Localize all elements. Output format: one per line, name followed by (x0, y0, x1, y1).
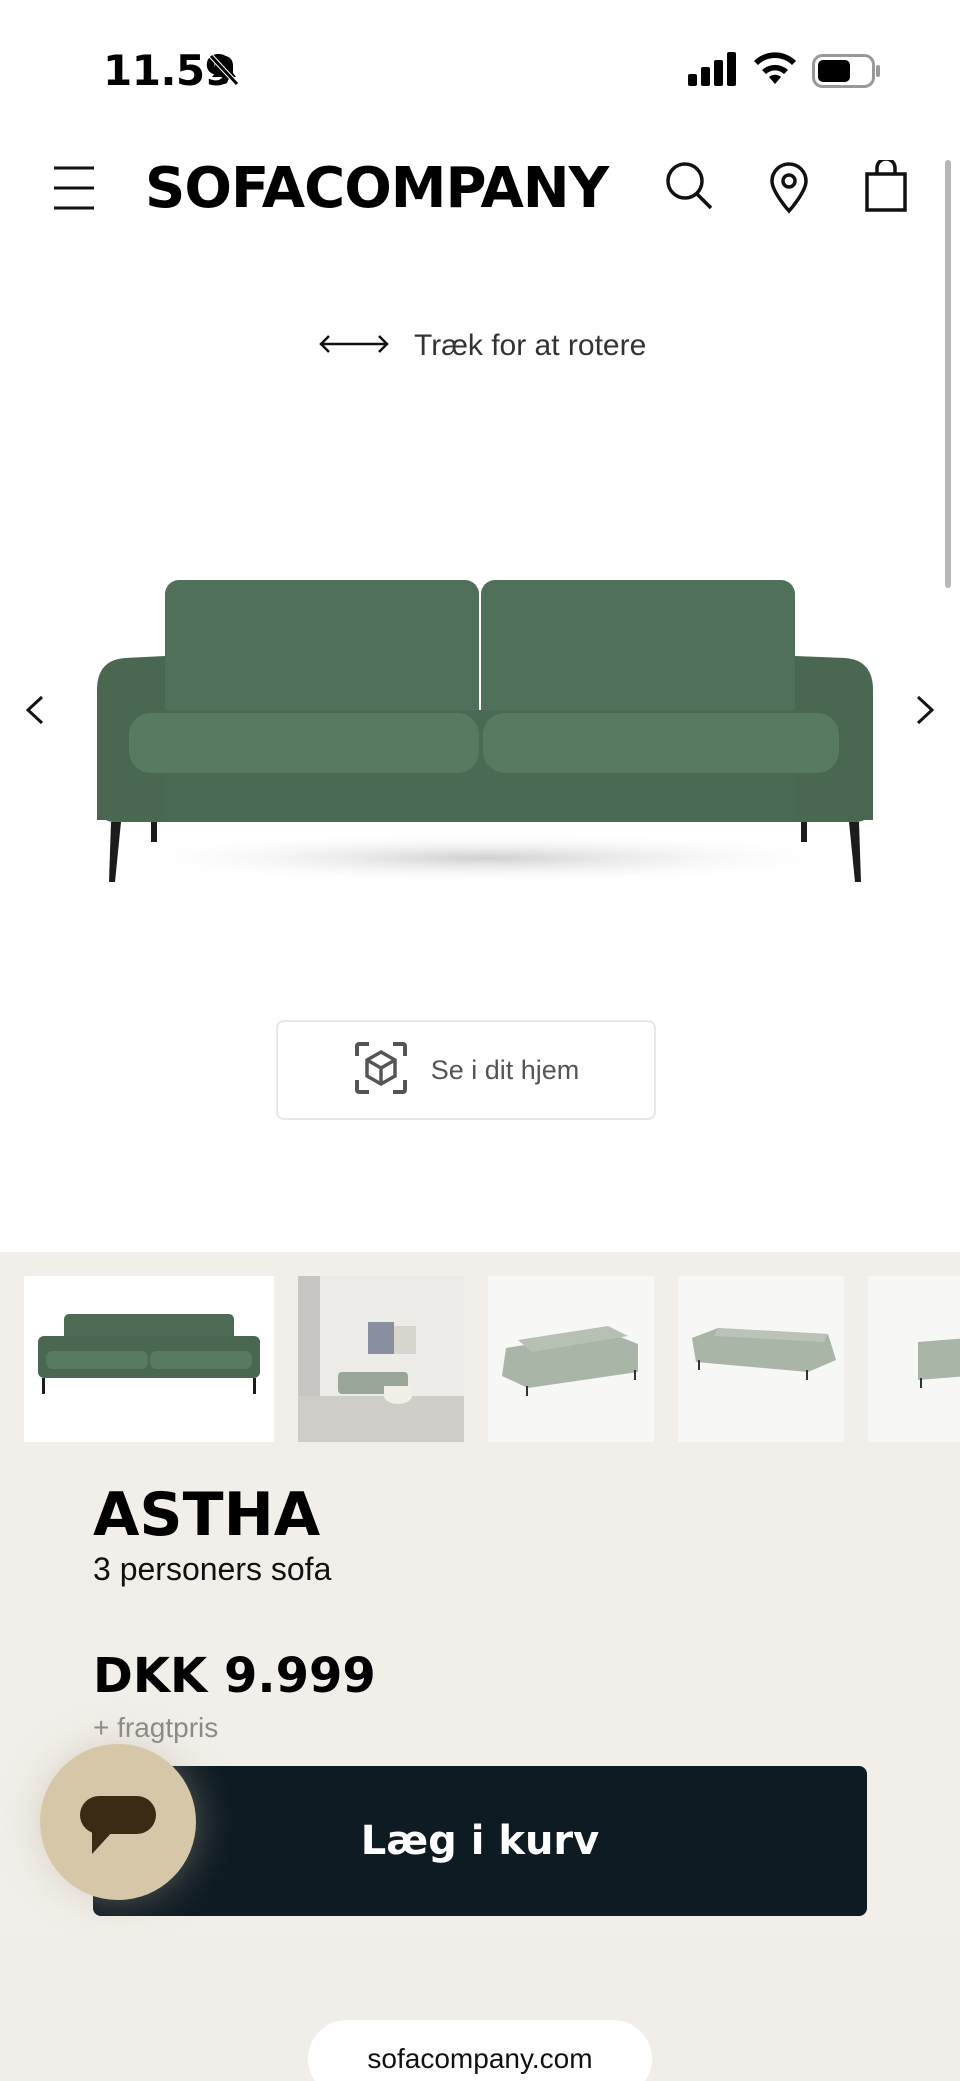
freight-note: + fragtpris (93, 1712, 219, 1743)
product-price: DKK 9.999 (93, 1648, 376, 1704)
browser-bottom-bar: sofacompany.com (0, 1942, 960, 2081)
chat-button[interactable] (40, 1744, 196, 1900)
thumbnail-1[interactable] (24, 1276, 274, 1442)
rotate-hint: Træk for at rotere (318, 326, 646, 366)
sofa-image (95, 540, 875, 904)
address-bar[interactable]: sofacompany.com (308, 2020, 652, 2081)
thumbnail-4[interactable] (678, 1276, 844, 1442)
ar-cube-icon (353, 1040, 409, 1100)
chevron-left-icon[interactable] (22, 695, 50, 729)
chevron-right-icon[interactable] (910, 695, 938, 729)
location-icon[interactable] (768, 162, 810, 218)
add-to-cart-button[interactable]: Læg i kurv (93, 1766, 867, 1916)
view-in-home-label: Se i dit hjem (430, 1054, 580, 1085)
thumbnail-strip[interactable] (24, 1276, 960, 1444)
menu-icon[interactable] (52, 165, 96, 211)
brand-logo[interactable]: SOFACOMPANY (145, 156, 609, 221)
product-3d-viewer[interactable] (0, 500, 960, 900)
view-in-home-button[interactable]: Se i dit hjem (276, 1020, 656, 1120)
double-arrow-icon (318, 332, 390, 360)
site-header: SOFACOMPANY (0, 140, 960, 250)
thumbnail-3[interactable] (488, 1276, 654, 1442)
product-name: ASTHA (93, 1480, 321, 1550)
thumbnail-2[interactable] (298, 1276, 464, 1442)
thumbnail-5[interactable] (868, 1276, 960, 1442)
battery-icon (812, 54, 882, 92)
rotate-hint-label: Træk for at rotere (414, 329, 647, 362)
chat-icon (80, 1796, 156, 1860)
search-icon[interactable] (664, 160, 714, 216)
cellular-signal-icon (688, 52, 738, 90)
product-info-section: ASTHA 3 personers sofa DKK 9.999 + fragt… (0, 1252, 960, 2081)
wifi-icon (752, 50, 798, 90)
cart-icon[interactable] (864, 157, 908, 216)
product-subtitle: 3 personers sofa (93, 1551, 332, 1587)
status-bar: 11.59 (0, 0, 960, 140)
bell-muted-icon (206, 52, 242, 92)
